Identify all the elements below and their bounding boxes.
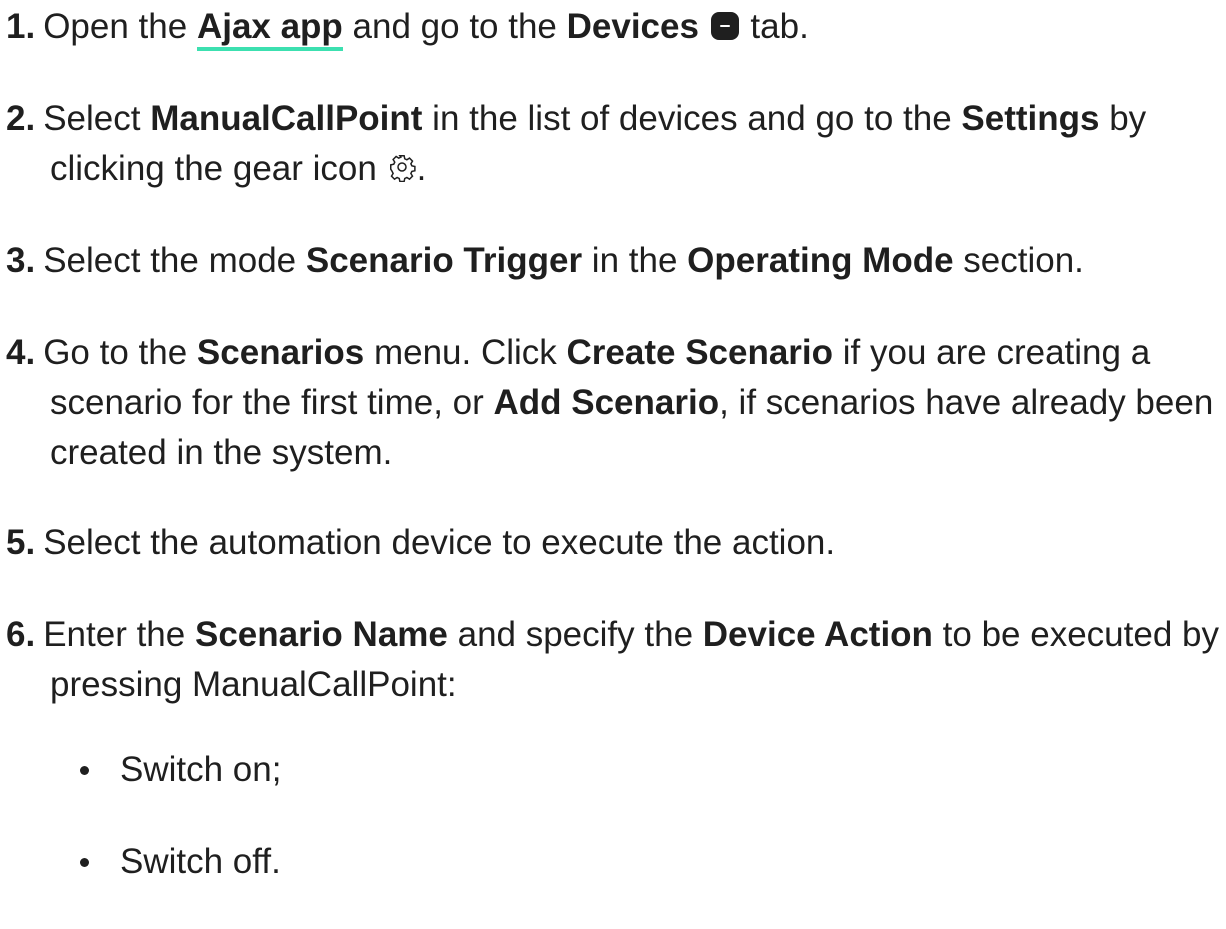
list-item: Switch off. <box>60 837 281 887</box>
step-text: in the list of devices and go to the <box>422 99 962 138</box>
step-number: 6. <box>6 615 36 654</box>
step-text: Enter the <box>43 615 195 654</box>
step-text: menu. Click <box>364 333 567 372</box>
step-3: 3. Select the mode Scenario Trigger in th… <box>6 236 1084 286</box>
step-2: 2. Select ManualCallPoint in the list of … <box>6 94 1146 194</box>
step-6: 6. Enter the Scenario Name and specify th… <box>6 610 1219 710</box>
step-number: 3. <box>6 241 36 280</box>
step-number: 5. <box>6 523 36 562</box>
step-text: . <box>416 149 427 188</box>
step-text: scenario for the first time, or <box>50 383 494 422</box>
step-text: and go to the <box>342 7 567 46</box>
action-options-list: Switch on; Switch off. <box>60 745 281 929</box>
gear-icon <box>389 155 416 182</box>
section-label: Operating Mode <box>687 241 954 280</box>
devices-icon <box>710 12 739 40</box>
step-4: 4. Go to the Scenarios menu. Click Create… <box>6 328 1213 478</box>
step-number: 1. <box>6 7 36 46</box>
step-text: pressing ManualCallPoint: <box>50 665 457 704</box>
step-text: Go to the <box>43 333 197 372</box>
ajax-app-link[interactable]: Ajax app <box>196 7 343 51</box>
step-text: if you are creating a <box>833 333 1151 372</box>
step-text: Select the mode <box>43 241 306 280</box>
step-text: by <box>1099 99 1147 138</box>
scenario-name-label: Scenario Name <box>194 615 448 654</box>
step-text: tab. <box>740 7 809 46</box>
step-text: section. <box>953 241 1084 280</box>
step-text: Select the automation device to execute … <box>43 523 836 562</box>
step-text: clicking the gear icon <box>50 149 387 188</box>
step-number: 2. <box>6 99 36 138</box>
settings-label: Settings <box>961 99 1100 138</box>
devices-label: Devices <box>566 7 699 46</box>
scenarios-label: Scenarios <box>196 333 365 372</box>
list-item: Switch on; <box>60 745 281 795</box>
create-scenario-label: Create Scenario <box>566 333 834 372</box>
step-text: Select <box>43 99 151 138</box>
device-name: ManualCallPoint <box>150 99 423 138</box>
step-text: and specify the <box>447 615 703 654</box>
step-text: to be executed by <box>932 615 1219 654</box>
device-action-label: Device Action <box>702 615 933 654</box>
step-1: 1. Open the Ajax app and go to the Device… <box>6 2 809 52</box>
step-text: created in the system. <box>50 433 393 472</box>
step-text: Open the <box>43 7 197 46</box>
mode-label: Scenario Trigger <box>305 241 583 280</box>
step-text: , if scenarios have already been <box>719 383 1214 422</box>
add-scenario-label: Add Scenario <box>493 383 720 422</box>
step-text: in the <box>582 241 688 280</box>
step-number: 4. <box>6 333 36 372</box>
instructions: 1. Open the Ajax app and go to the Device… <box>0 0 1226 881</box>
step-5: 5. Select the automation device to execut… <box>6 518 835 568</box>
